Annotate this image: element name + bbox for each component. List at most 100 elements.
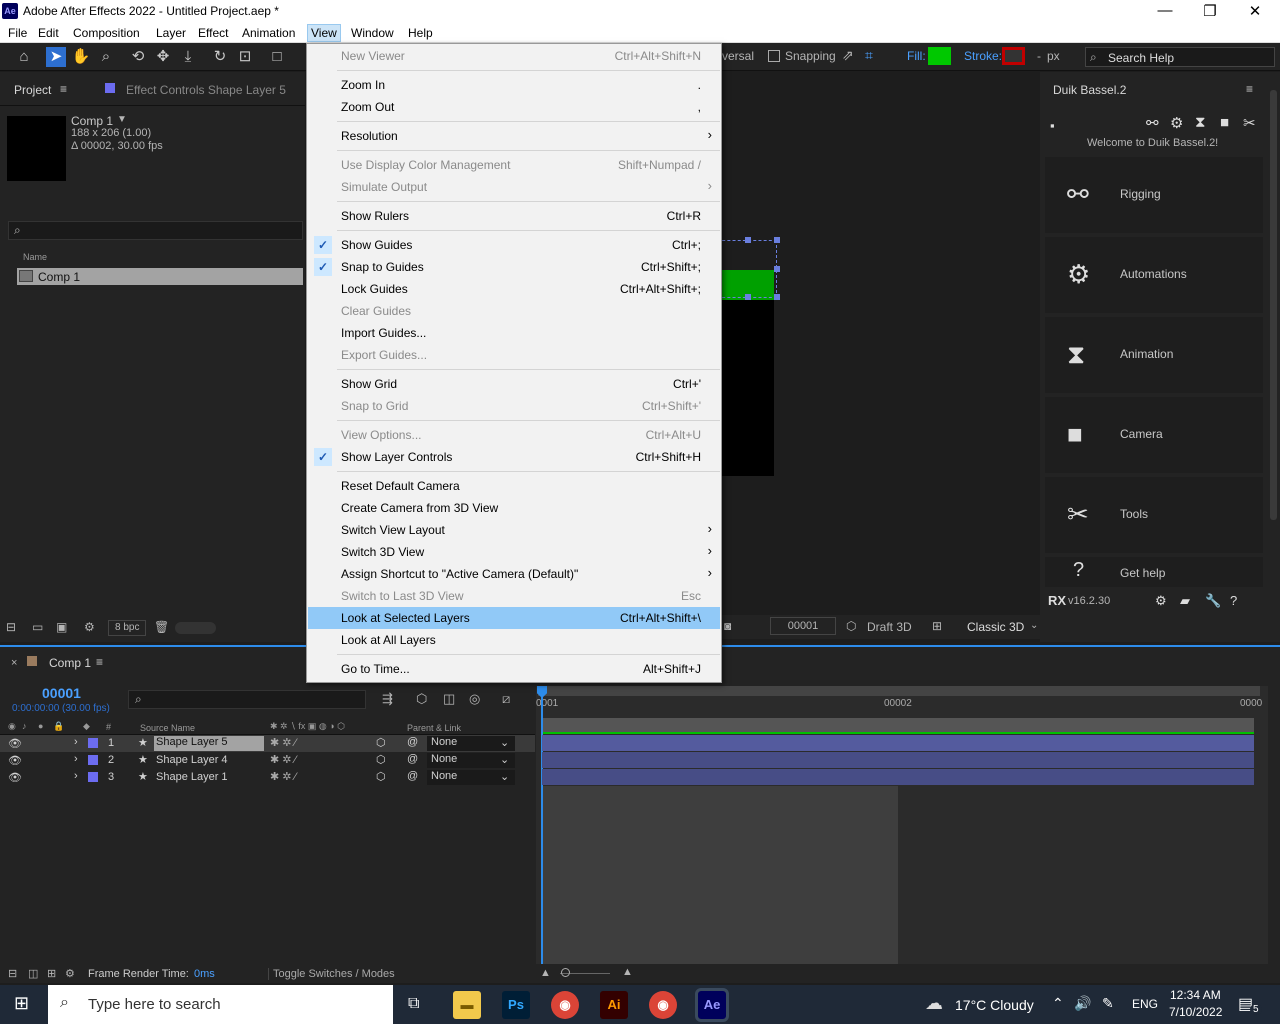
menu-item-show-rulers[interactable]: Show Rulers Ctrl+R xyxy=(308,205,720,227)
draft-3d-icon[interactable]: ⬡ xyxy=(416,691,427,707)
label-color-icon[interactable] xyxy=(88,772,98,782)
duik-help-button[interactable]: ? Get help xyxy=(1045,557,1263,587)
duik-camera-button[interactable]: ■ Camera xyxy=(1045,397,1263,473)
expand-chevron-icon[interactable]: › xyxy=(74,753,78,765)
weather-text[interactable]: 17°C Cloudy xyxy=(955,997,1034,1013)
project-item-comp[interactable]: Comp 1 xyxy=(17,268,303,285)
wrench-icon[interactable]: 🔧 xyxy=(1205,593,1221,609)
playhead[interactable] xyxy=(541,686,543,964)
tab-effect-controls[interactable]: Effect Controls Shape Layer 5 xyxy=(126,83,286,97)
hand-tool-icon[interactable]: ✋ xyxy=(71,47,91,67)
tools-icon[interactable]: ✂ xyxy=(1243,114,1256,132)
new-comp-icon[interactable]: ▣ xyxy=(56,620,67,634)
help-icon[interactable]: ? xyxy=(1230,593,1237,608)
panel-menu-icon[interactable]: ≡ xyxy=(96,655,103,669)
menu-effect[interactable]: Effect xyxy=(198,26,228,40)
windows-start-icon[interactable]: ⊞ xyxy=(14,993,29,1014)
chevron-up-icon[interactable]: ⌃ xyxy=(1052,995,1064,1012)
layer-row[interactable]: 👁 › 3 ★ Shape Layer 1 ✱ ✲ ⁄ ⬡ @ None ⌄ xyxy=(0,769,535,786)
visibility-eye-icon[interactable]: 👁 xyxy=(8,737,22,750)
pan-behind-icon[interactable]: ⊡ xyxy=(235,47,255,67)
playhead-handle-icon[interactable] xyxy=(537,686,547,698)
taskbar-search-box[interactable]: ⌕ Type here to search xyxy=(48,985,393,1024)
layer-switches[interactable]: ✱ ✲ ⁄ xyxy=(270,770,296,783)
menu-item-lock-guides[interactable]: Lock Guides Ctrl+Alt+Shift+; xyxy=(308,278,720,300)
draft-3d-icon[interactable]: ⬡ xyxy=(846,619,856,633)
pan-camera-icon[interactable]: ✥ xyxy=(153,47,173,67)
project-search-input[interactable]: ⌕ xyxy=(8,221,303,240)
camera-icon[interactable]: ■ xyxy=(1220,114,1229,131)
project-settings-icon[interactable]: ⚙ xyxy=(84,620,95,634)
new-folder-icon[interactable]: ▭ xyxy=(32,620,43,634)
3d-layer-icon[interactable]: ⬡ xyxy=(376,736,386,749)
expand-chevron-icon[interactable]: › xyxy=(74,770,78,782)
layer-duration-bar[interactable] xyxy=(542,769,1254,785)
zoom-tool-icon[interactable]: ⌕ xyxy=(96,47,116,67)
search-help-field[interactable]: ⌕ Search Help xyxy=(1085,47,1275,67)
menu-item-zoom-in[interactable]: Zoom In. xyxy=(308,74,720,96)
work-area-bar[interactable] xyxy=(538,686,1260,696)
layer-switches[interactable]: ✱ ✲ ⁄ xyxy=(270,753,296,766)
menu-item-snap-to-grid[interactable]: Snap to Grid Ctrl+Shift+' xyxy=(308,395,720,417)
animation-icon[interactable]: ⧗ xyxy=(1195,114,1206,131)
rigging-icon[interactable]: ⚯ xyxy=(1146,114,1159,132)
interpret-footage-icon[interactable]: ⊟ xyxy=(6,620,16,634)
menu-item-clear-guides[interactable]: Clear Guides xyxy=(308,300,720,322)
comp-mini-flowchart-icon[interactable]: ⇶ xyxy=(382,691,393,707)
rotation-tool-icon[interactable]: ↻ xyxy=(210,47,230,67)
menu-item-import-guides[interactable]: Import Guides... xyxy=(308,322,720,344)
panel-menu-icon[interactable]: ≡ xyxy=(60,82,67,96)
menu-layer[interactable]: Layer xyxy=(156,26,186,40)
3d-layer-icon[interactable]: ⬡ xyxy=(376,753,386,766)
menu-item-show-guides[interactable]: ✓ Show Guides Ctrl+; xyxy=(308,234,720,256)
pick-whip-icon[interactable]: @ xyxy=(407,770,418,782)
layer-name[interactable]: Shape Layer 4 xyxy=(156,754,228,766)
pen-icon[interactable]: ✎ xyxy=(1102,995,1114,1012)
current-frame-field[interactable]: 00001 xyxy=(770,617,836,635)
close-icon[interactable]: ✕ xyxy=(1240,2,1270,20)
minimize-icon[interactable]: — xyxy=(1150,2,1180,19)
menu-item-show-grid[interactable]: Show Grid Ctrl+' xyxy=(308,373,720,395)
layer-name[interactable]: Shape Layer 1 xyxy=(156,771,228,783)
transform-handle[interactable] xyxy=(745,294,751,300)
menu-item-display-color-management[interactable]: Use Display Color Management Shift+Numpad… xyxy=(308,154,720,176)
renderer-dropdown[interactable]: Classic 3D xyxy=(967,620,1024,634)
menu-file[interactable]: File xyxy=(8,26,27,40)
close-icon[interactable]: × xyxy=(11,657,17,669)
visibility-eye-icon[interactable]: 👁 xyxy=(8,771,22,784)
menu-item-switch-3d-view[interactable]: Switch 3D View › xyxy=(308,541,720,563)
volume-icon[interactable]: 🔊 xyxy=(1074,995,1091,1012)
menu-item-assign-shortcut[interactable]: Assign Shortcut to "Active Camera (Defau… xyxy=(308,563,720,585)
menu-item-snap-to-guides[interactable]: ✓ Snap to Guides Ctrl+Shift+; xyxy=(308,256,720,278)
transform-handle[interactable] xyxy=(774,294,780,300)
menu-item-reset-default-camera[interactable]: Reset Default Camera xyxy=(308,475,720,497)
after-effects-icon[interactable]: Ae xyxy=(695,988,729,1022)
shy-layers-icon[interactable]: ◫ xyxy=(443,691,455,707)
panel-menu-icon[interactable]: ≡ xyxy=(1246,82,1253,96)
selection-tool-icon[interactable]: ➤ xyxy=(46,47,66,67)
language-indicator[interactable]: ENG xyxy=(1132,997,1158,1011)
orbit-camera-icon[interactable]: ⟲ xyxy=(128,47,148,67)
restore-icon[interactable]: ❐ xyxy=(1195,2,1225,20)
zoom-slider-thumb[interactable] xyxy=(561,968,570,977)
modes-icon[interactable]: ◫ xyxy=(28,967,38,980)
label-color-icon[interactable] xyxy=(88,738,98,748)
automations-icon[interactable]: ⚙ xyxy=(1170,114,1183,132)
expand-chevron-icon[interactable]: › xyxy=(74,736,78,748)
render-time-icon[interactable]: ⚙ xyxy=(65,967,75,980)
duik-scrollbar[interactable] xyxy=(1270,90,1277,520)
duik-rigging-button[interactable]: ⚯ Rigging xyxy=(1045,157,1263,233)
snapping-checkbox[interactable] xyxy=(768,50,780,62)
tab-project[interactable]: Project xyxy=(14,83,51,97)
rectangle-tool-icon[interactable]: □ xyxy=(267,47,287,67)
duik-automations-button[interactable]: ⚙ Automations xyxy=(1045,237,1263,313)
column-parent-link[interactable]: Parent & Link xyxy=(407,723,461,733)
column-name-header[interactable]: Name xyxy=(23,252,47,262)
layer-row[interactable]: 👁 › 1 ★ Shape Layer 5 ✱ ✲ ⁄ ⬡ @ None ⌄ xyxy=(0,735,535,752)
menu-animation[interactable]: Animation xyxy=(242,26,295,40)
duik-animation-button[interactable]: ⧗ Animation xyxy=(1045,317,1263,393)
fill-color-swatch[interactable] xyxy=(928,47,951,65)
menu-item-new-viewer[interactable]: New Viewer Ctrl+Alt+Shift+N xyxy=(308,45,720,67)
menu-item-switch-last-3d-view[interactable]: Switch to Last 3D View Esc xyxy=(308,585,720,607)
menu-edit[interactable]: Edit xyxy=(38,26,59,40)
